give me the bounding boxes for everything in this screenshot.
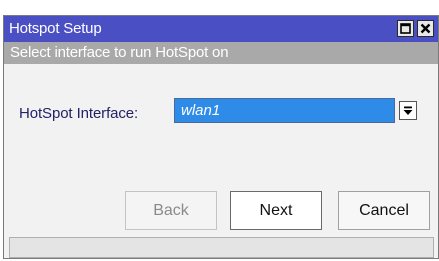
hotspot-interface-field[interactable]: wlan1 xyxy=(174,98,395,123)
hotspot-interface-value: wlan1 xyxy=(181,102,221,119)
window-title: Hotspot Setup xyxy=(9,20,102,37)
maximize-icon xyxy=(400,23,411,34)
close-icon xyxy=(420,23,431,34)
close-button[interactable] xyxy=(417,20,434,37)
dropdown-button[interactable] xyxy=(399,101,417,120)
cancel-button[interactable]: Cancel xyxy=(338,191,430,230)
instruction-text: Select interface to run HotSpot on xyxy=(10,44,229,61)
instruction-bar: Select interface to run HotSpot on xyxy=(4,42,438,64)
back-button[interactable]: Back xyxy=(125,191,217,230)
next-button[interactable]: Next xyxy=(230,191,322,230)
dropdown-arrow-icon xyxy=(403,106,413,115)
status-bar xyxy=(9,237,434,258)
title-bar[interactable]: Hotspot Setup xyxy=(4,16,438,42)
hotspot-interface-select[interactable]: wlan1 xyxy=(174,98,417,123)
hotspot-interface-label: HotSpot Interface: xyxy=(19,105,139,122)
maximize-button[interactable] xyxy=(397,20,414,37)
hotspot-setup-window: Hotspot Setup Select interface to run Ho… xyxy=(3,15,439,259)
